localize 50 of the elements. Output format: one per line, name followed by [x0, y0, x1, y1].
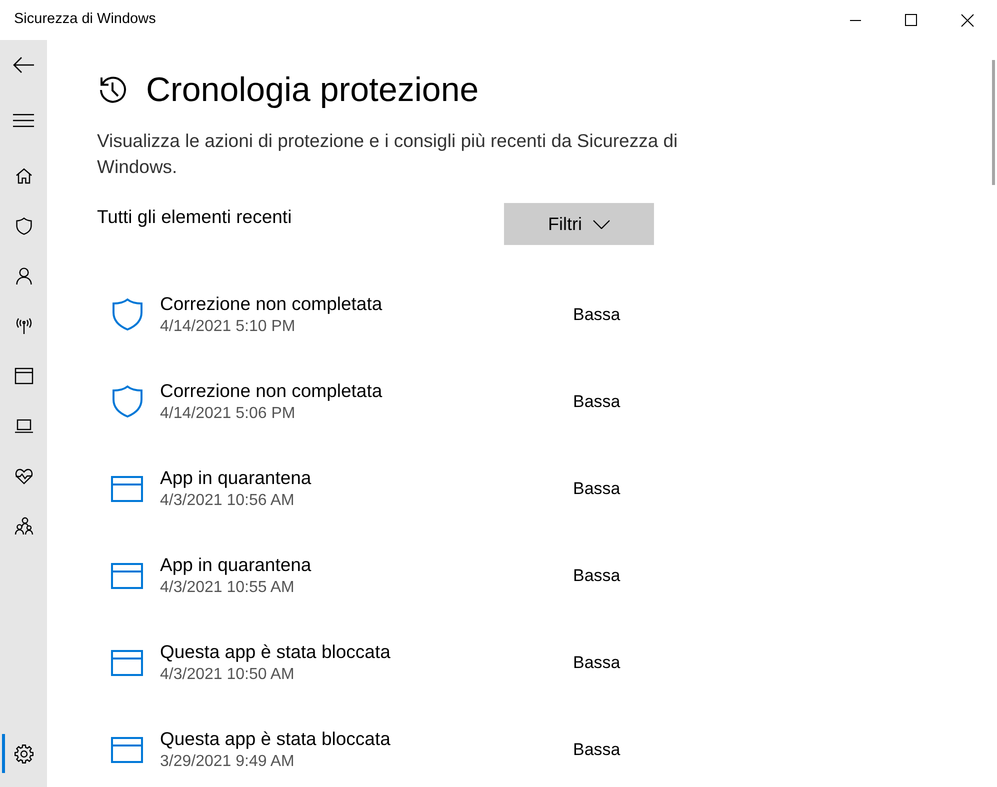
maximize-icon: [905, 14, 917, 26]
history-item[interactable]: App in quarantena 4/3/2021 10:56 AM Bassa: [97, 445, 997, 532]
chevron-down-icon: [593, 220, 610, 228]
window-icon: [14, 366, 34, 386]
app-window-icon: [111, 650, 143, 676]
item-title: App in quarantena: [160, 466, 312, 490]
filter-button[interactable]: Filtri: [504, 203, 654, 245]
history-item[interactable]: Correzione non completata 4/14/2021 5:06 PM Bassa: [97, 358, 997, 445]
item-title: Correzione non completata: [160, 292, 382, 316]
item-date: 4/3/2021 10:50 AM: [160, 665, 294, 685]
item-date: 3/29/2021 9:49 AM: [160, 752, 294, 772]
item-date: 4/14/2021 5:06 PM: [160, 404, 296, 424]
severity-label: Bassa: [573, 304, 620, 326]
item-title: Questa app è stata bloccata: [160, 727, 390, 751]
app-window-icon: [111, 562, 143, 588]
history-icon: [97, 74, 129, 106]
item-date: 4/14/2021 5:10 PM: [160, 317, 296, 337]
severity-label: Bassa: [573, 564, 620, 587]
severity-label: Bassa: [573, 390, 620, 413]
severity-label: Bassa: [573, 652, 620, 674]
page-title: Cronologia protezione: [146, 70, 479, 110]
history-item[interactable]: Questa app è stata bloccata 3/29/2021 9:49 AM Bassa: [97, 706, 997, 787]
close-icon: [960, 14, 974, 26]
item-title: App in quarantena: [160, 553, 312, 577]
app-window-icon: [111, 736, 143, 762]
people-icon: [14, 516, 34, 536]
item-title: Questa app è stata bloccata: [160, 640, 390, 664]
person-icon: [14, 266, 34, 286]
home-icon: [14, 166, 34, 186]
back-arrow-icon: [12, 57, 34, 73]
app-window-icon: [111, 476, 143, 502]
shield-icon: [112, 385, 142, 418]
heart-pulse-icon: [14, 466, 34, 486]
history-item[interactable]: Questa app è stata bloccata 4/3/2021 10:50 AM Bassa: [97, 619, 997, 706]
shield-icon: [112, 298, 142, 331]
settings-icon: [14, 744, 34, 764]
history-item[interactable]: Correzione non completata 4/14/2021 5:10 PM Bassa: [97, 271, 997, 358]
history-item[interactable]: App in quarantena 4/3/2021 10:55 AM Bassa: [97, 532, 997, 619]
page-description: Visualizza le azioni di protezione e i consigli più recenti da Sicurezza di Windows.: [97, 129, 679, 179]
item-date: 4/3/2021 10:55 AM: [160, 578, 294, 598]
menu-icon: [13, 114, 34, 126]
item-date: 4/3/2021 10:56 AM: [160, 491, 294, 511]
filter-label: Tutti gli elementi recenti: [97, 205, 293, 229]
scrollbar-thumb[interactable]: [992, 60, 995, 185]
severity-label: Bassa: [573, 738, 620, 761]
item-title: Correzione non completata: [160, 379, 382, 403]
severity-label: Bassa: [573, 478, 620, 500]
window-title: Sicurezza di Windows: [14, 10, 156, 30]
antenna-icon: [14, 316, 34, 336]
shield-icon: [14, 216, 34, 236]
